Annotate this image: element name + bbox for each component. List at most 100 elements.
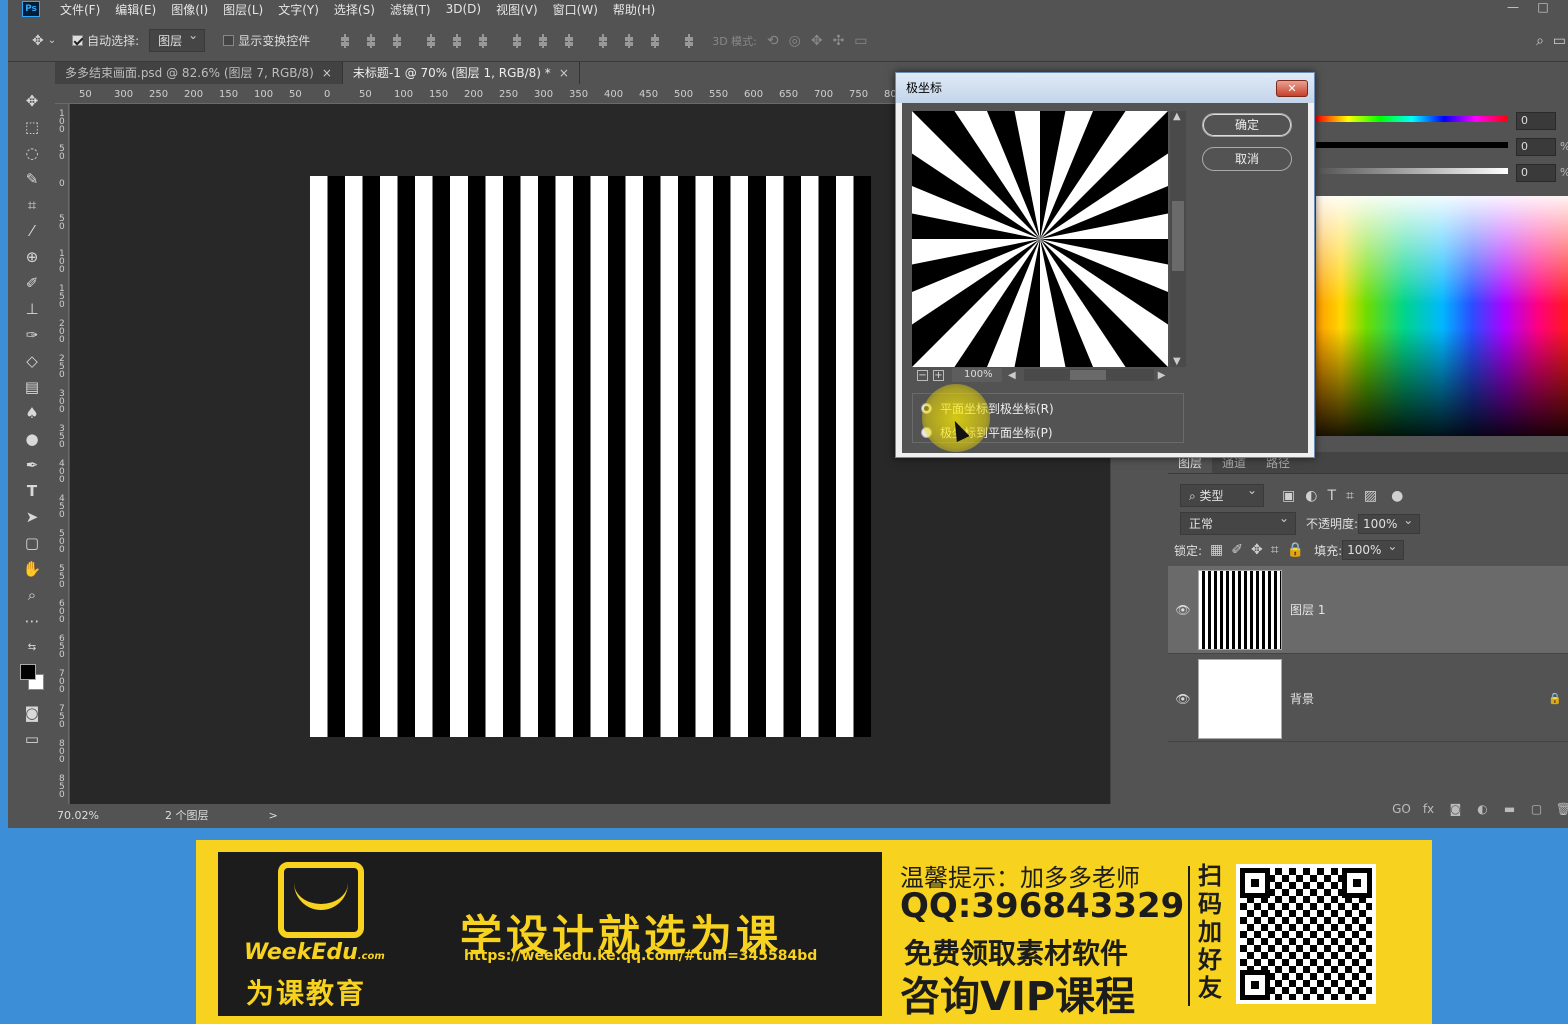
path-select-tool-icon[interactable]: ➤ [16, 504, 48, 530]
new-layer-icon[interactable]: ▢ [1523, 802, 1550, 816]
chevron-down-icon[interactable]: ⌄ [48, 35, 56, 46]
brightness-slider[interactable] [1316, 168, 1508, 174]
distribute-right-icon[interactable] [648, 33, 663, 48]
color-swatches[interactable] [16, 660, 48, 700]
color-value-1[interactable]: 0 [1516, 112, 1556, 130]
menu-select[interactable]: 选择(S) [334, 1, 375, 18]
tab-document-2[interactable]: 未标题-1 @ 70% (图层 1, RGB/8) * × [342, 62, 580, 84]
layer-filter-dropdown[interactable]: ⌕ 类型 [1180, 483, 1264, 507]
cancel-button[interactable]: 取消 [1202, 147, 1292, 171]
3d-roll-icon[interactable]: ◎ [789, 33, 801, 49]
status-arrow-icon[interactable]: > [269, 809, 278, 822]
3d-scale-icon[interactable]: ▭ [854, 33, 867, 49]
adjustment-layer-icon[interactable]: ◐ [1469, 802, 1496, 816]
spot-heal-tool-icon[interactable]: ⊕ [16, 244, 48, 270]
stamp-tool-icon[interactable]: ⊥ [16, 296, 48, 322]
lock-all-icon[interactable]: 🔒 [1287, 542, 1304, 558]
filter-pixel-icon[interactable]: ▣ [1282, 488, 1295, 504]
distribute-top-icon[interactable] [510, 33, 525, 48]
align-vcenter-icon[interactable] [364, 33, 379, 48]
visibility-eye-icon[interactable]: 👁 [1168, 603, 1198, 617]
link-layers-icon[interactable]: GO [1388, 802, 1415, 816]
dodge-tool-icon[interactable]: ● [16, 426, 48, 452]
gradient-tool-icon[interactable]: ▤ [16, 374, 48, 400]
filter-smart-icon[interactable]: ▨ [1364, 488, 1377, 504]
menu-window[interactable]: 窗口(W) [553, 1, 598, 18]
menu-filter[interactable]: 滤镜(T) [390, 1, 431, 18]
close-icon[interactable]: ✕ [1276, 80, 1308, 97]
search-icon[interactable]: ⌕ [1536, 33, 1544, 49]
distribute-left-icon[interactable] [596, 33, 611, 48]
eraser-tool-icon[interactable]: ◇ [16, 348, 48, 374]
color-value-3[interactable]: 0 [1516, 164, 1556, 182]
lock-artboard-icon[interactable]: ⌗ [1271, 542, 1279, 558]
menu-file[interactable]: 文件(F) [60, 1, 100, 18]
auto-align-icon[interactable] [682, 33, 697, 48]
scroll-left-icon[interactable]: ◀ [1008, 370, 1016, 381]
opacity-input[interactable]: 100% [1358, 513, 1421, 534]
preview-horizontal-scrollbar[interactable] [1023, 369, 1154, 381]
zoom-out-button[interactable]: − [917, 369, 928, 381]
auto-select-dropdown[interactable]: 图层 [149, 28, 206, 52]
align-hcenter-icon[interactable] [450, 33, 465, 48]
blur-tool-icon[interactable]: ♠ [16, 400, 48, 426]
filter-shape-icon[interactable]: ⌗ [1346, 488, 1354, 504]
show-transform-checkbox[interactable] [223, 35, 235, 46]
filter-preview[interactable] [912, 111, 1168, 367]
layer-row-1[interactable]: 👁 图层 1 [1168, 566, 1568, 654]
align-bottom-icon[interactable] [390, 33, 405, 48]
eyedropper-tool-icon[interactable]: ⁄ [16, 218, 48, 244]
color-value-2[interactable]: 0 [1516, 138, 1556, 156]
quick-mask-icon[interactable]: ◙ [16, 700, 48, 726]
menu-3d[interactable]: 3D(D) [446, 2, 481, 16]
lasso-tool-icon[interactable]: ◌ [16, 140, 48, 166]
lock-image-icon[interactable]: ✐ [1231, 542, 1243, 558]
minimize-button[interactable]: — [1498, 0, 1528, 14]
menu-type[interactable]: 文字(Y) [278, 1, 319, 18]
menu-layer[interactable]: 图层(L) [223, 1, 263, 18]
swap-colors-icon[interactable]: ⇆ [16, 634, 48, 660]
preview-vertical-scrollbar[interactable]: ▲ ▼ [1170, 111, 1186, 367]
menu-help[interactable]: 帮助(H) [613, 1, 655, 18]
scroll-right-icon[interactable]: ▶ [1158, 370, 1166, 381]
menu-view[interactable]: 视图(V) [496, 1, 538, 18]
maximize-button[interactable]: □ [1528, 0, 1558, 14]
align-top-icon[interactable] [338, 33, 353, 48]
3d-slide-icon[interactable]: ✣ [833, 33, 845, 49]
preview-zoom-level[interactable]: 100% [952, 368, 1002, 382]
zoom-tool-icon[interactable]: ⌕ [16, 582, 48, 608]
distribute-hcenter-icon[interactable] [622, 33, 637, 48]
auto-select-checkbox[interactable] [72, 35, 84, 46]
pen-tool-icon[interactable]: ✒ [16, 452, 48, 478]
align-right-icon[interactable] [476, 33, 491, 48]
menu-edit[interactable]: 编辑(E) [115, 1, 156, 18]
distribute-bottom-icon[interactable] [562, 33, 577, 48]
type-tool-icon[interactable]: T [16, 478, 48, 504]
filter-adjust-icon[interactable]: ◐ [1305, 488, 1317, 504]
add-mask-icon[interactable]: ◙ [1442, 802, 1469, 816]
tab-document-1[interactable]: 多多结束画面.psd @ 82.6% (图层 7, RGB/8) × [55, 62, 343, 84]
delete-layer-icon[interactable]: 🗑 [1550, 802, 1568, 816]
color-spectrum[interactable] [1316, 196, 1568, 436]
crop-tool-icon[interactable]: ⌗ [16, 192, 48, 218]
blend-mode-dropdown[interactable]: 正常 [1180, 511, 1296, 535]
workspace-icon[interactable]: ▭ [1553, 33, 1566, 49]
scroll-thumb[interactable] [1172, 201, 1184, 271]
close-icon[interactable]: × [322, 66, 332, 80]
lock-position-icon[interactable]: ✥ [1251, 542, 1263, 558]
quick-select-tool-icon[interactable]: ✎ [16, 166, 48, 192]
zoom-in-button[interactable]: + [933, 369, 944, 381]
auto-select-group[interactable]: 自动选择: [72, 32, 139, 49]
scroll-down-icon[interactable]: ▼ [1173, 356, 1181, 367]
filter-type-icon[interactable]: T [1327, 488, 1336, 504]
hand-tool-icon[interactable]: ✋ [16, 556, 48, 582]
screen-mode-icon[interactable]: ▭ [16, 726, 48, 752]
history-brush-tool-icon[interactable]: ✑ [16, 322, 48, 348]
shape-tool-icon[interactable]: ▢ [16, 530, 48, 556]
layer-style-icon[interactable]: fx [1415, 802, 1442, 816]
move-tool-icon[interactable]: ✥ [32, 33, 44, 49]
layer-row-background[interactable]: 👁 背景 🔒 [1168, 656, 1568, 742]
brush-tool-icon[interactable]: ✐ [16, 270, 48, 296]
zoom-level[interactable]: 70.02% [57, 809, 117, 822]
new-group-icon[interactable]: ▬ [1496, 802, 1523, 816]
